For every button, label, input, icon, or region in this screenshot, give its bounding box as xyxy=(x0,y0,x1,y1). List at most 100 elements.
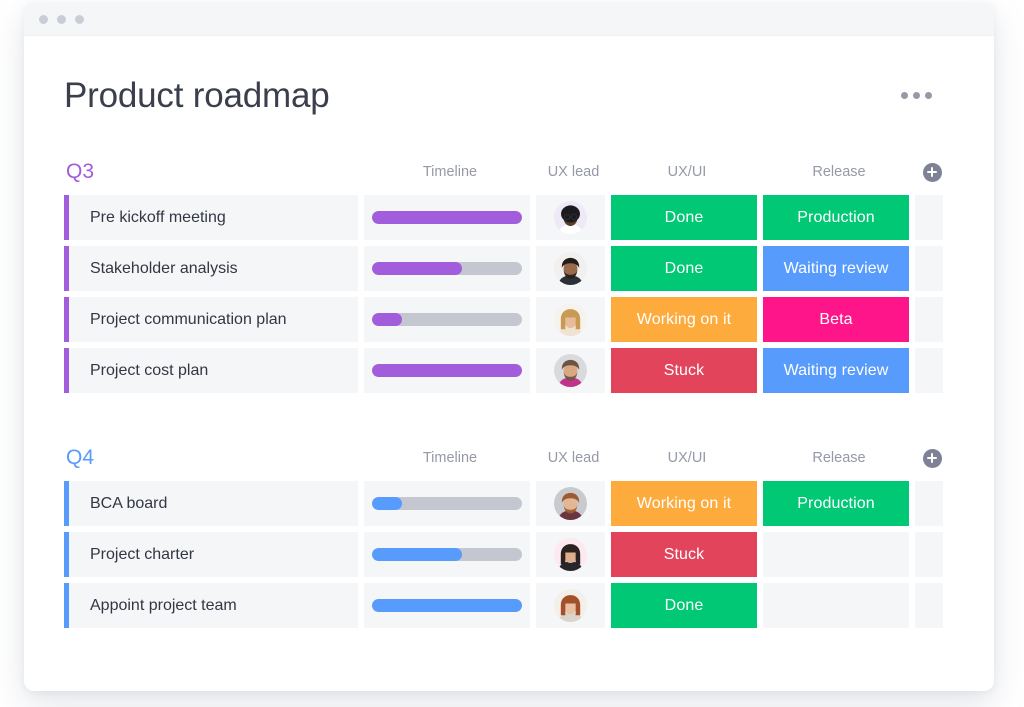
ux-lead-cell[interactable] xyxy=(536,348,605,393)
progress-track xyxy=(372,548,522,561)
progress-track xyxy=(372,497,522,510)
row-spacer xyxy=(949,583,981,628)
row-spacer xyxy=(949,481,981,526)
progress-fill xyxy=(372,548,462,561)
add-column-button[interactable] xyxy=(915,162,949,182)
column-header-release[interactable]: Release xyxy=(763,450,915,466)
window-titlebar xyxy=(24,3,994,36)
row-name-label: Pre kickoff meeting xyxy=(90,208,226,226)
status-badge-release[interactable]: Waiting review xyxy=(763,246,909,291)
column-header-timeline[interactable]: Timeline xyxy=(364,450,536,466)
row-trailing-cell[interactable] xyxy=(915,348,943,393)
progress-track xyxy=(372,211,522,224)
status-badge-ux-ui-label: Done xyxy=(664,208,704,226)
progress-fill xyxy=(372,211,522,224)
row-trailing-cell[interactable] xyxy=(915,481,943,526)
group-title[interactable]: Q3 xyxy=(64,160,364,184)
status-badge-release[interactable]: Beta xyxy=(763,297,909,342)
status-badge-ux-ui[interactable]: Working on it xyxy=(611,297,757,342)
status-badge-ux-ui-label: Done xyxy=(664,596,704,614)
row-trailing-cell[interactable] xyxy=(915,246,943,291)
avatar xyxy=(554,303,587,336)
window-close-dot[interactable] xyxy=(39,14,48,24)
status-badge-ux-ui[interactable]: Stuck xyxy=(611,532,757,577)
progress-fill xyxy=(372,262,462,275)
page-title: Product roadmap xyxy=(64,76,330,115)
status-badge-ux-ui[interactable]: Stuck xyxy=(611,348,757,393)
status-badge-release-label: Waiting review xyxy=(783,361,889,379)
group-header: Q3 Timeline UX lead UX/UI Release xyxy=(64,157,954,187)
table-row[interactable]: Project communication plan Working on it B… xyxy=(64,297,954,342)
status-badge-ux-ui[interactable]: Done xyxy=(611,246,757,291)
row-trailing-cell[interactable] xyxy=(915,532,943,577)
row-name-label: BCA board xyxy=(90,494,168,512)
avatar xyxy=(554,252,587,285)
status-badge-ux-ui[interactable]: Done xyxy=(611,195,757,240)
window-maximize-dot[interactable] xyxy=(75,14,84,24)
row-spacer xyxy=(949,195,981,240)
group-title[interactable]: Q4 xyxy=(64,446,364,470)
row-name-cell[interactable]: Pre kickoff meeting xyxy=(64,195,358,240)
ux-lead-cell[interactable] xyxy=(536,246,605,291)
table-row[interactable]: Appoint project team Done xyxy=(64,583,954,628)
column-header-ux-ui[interactable]: UX/UI xyxy=(611,164,763,180)
table-row[interactable]: Project charter Stuck xyxy=(64,532,954,577)
column-header-release[interactable]: Release xyxy=(763,164,915,180)
ux-lead-cell[interactable] xyxy=(536,532,605,577)
row-name-cell[interactable]: Project charter xyxy=(64,532,358,577)
status-badge-ux-ui-label: Working on it xyxy=(636,310,732,328)
row-trailing-cell[interactable] xyxy=(915,297,943,342)
table-row[interactable]: BCA board Working on it Production xyxy=(64,481,954,526)
add-column-button[interactable] xyxy=(915,448,949,468)
column-header-ux-ui[interactable]: UX/UI xyxy=(611,450,763,466)
timeline-cell[interactable] xyxy=(364,246,530,291)
status-badge-release[interactable]: Waiting review xyxy=(763,348,909,393)
table-row[interactable]: Stakeholder analysis Done Waiting review xyxy=(64,246,954,291)
column-header-timeline[interactable]: Timeline xyxy=(364,164,536,180)
status-badge-ux-ui[interactable]: Working on it xyxy=(611,481,757,526)
status-badge-release[interactable]: Production xyxy=(763,195,909,240)
status-badge-release[interactable] xyxy=(763,583,909,628)
column-header-ux-lead[interactable]: UX lead xyxy=(536,450,611,466)
row-spacer xyxy=(949,246,981,291)
row-spacer xyxy=(949,348,981,393)
ux-lead-cell[interactable] xyxy=(536,195,605,240)
ux-lead-cell[interactable] xyxy=(536,583,605,628)
row-name-cell[interactable]: Project cost plan xyxy=(64,348,358,393)
table-row[interactable]: Pre kickoff meeting Done Production xyxy=(64,195,954,240)
status-badge-ux-ui-label: Stuck xyxy=(663,545,705,563)
ux-lead-cell[interactable] xyxy=(536,481,605,526)
row-trailing-cell[interactable] xyxy=(915,195,943,240)
row-name-cell[interactable]: Appoint project team xyxy=(64,583,358,628)
add-column-icon xyxy=(922,448,942,468)
column-header-ux-lead[interactable]: UX lead xyxy=(536,164,611,180)
timeline-cell[interactable] xyxy=(364,297,530,342)
row-name-label: Project charter xyxy=(90,545,195,563)
row-trailing-cell[interactable] xyxy=(915,583,943,628)
timeline-cell[interactable] xyxy=(364,583,530,628)
status-badge-ux-ui-label: Stuck xyxy=(663,361,705,379)
row-name-label: Project cost plan xyxy=(90,361,209,379)
timeline-cell[interactable] xyxy=(364,532,530,577)
status-badge-release[interactable]: Production xyxy=(763,481,909,526)
status-badge-ux-ui[interactable]: Done xyxy=(611,583,757,628)
timeline-cell[interactable] xyxy=(364,481,530,526)
ux-lead-cell[interactable] xyxy=(536,297,605,342)
kebab-menu-icon[interactable] xyxy=(901,92,932,99)
row-spacer xyxy=(949,297,981,342)
board-content: Product roadmap Q3 Timeline UX lead UX/UI Re… xyxy=(24,36,994,691)
status-badge-release[interactable] xyxy=(763,532,909,577)
row-name-cell[interactable]: Stakeholder analysis xyxy=(64,246,358,291)
status-badge-ux-ui-label: Done xyxy=(664,259,704,277)
timeline-cell[interactable] xyxy=(364,195,530,240)
row-name-cell[interactable]: BCA board xyxy=(64,481,358,526)
timeline-cell[interactable] xyxy=(364,348,530,393)
progress-track xyxy=(372,364,522,377)
row-name-cell[interactable]: Project communication plan xyxy=(64,297,358,342)
table-row[interactable]: Project cost plan Stuck Waiting review xyxy=(64,348,954,393)
avatar xyxy=(554,487,587,520)
status-badge-release-label: Production xyxy=(797,208,875,226)
window-minimize-dot[interactable] xyxy=(57,14,66,24)
kebab-dot-2 xyxy=(913,92,920,99)
board-groups: Q3 Timeline UX lead UX/UI Release Pre kickoff… xyxy=(64,157,954,628)
